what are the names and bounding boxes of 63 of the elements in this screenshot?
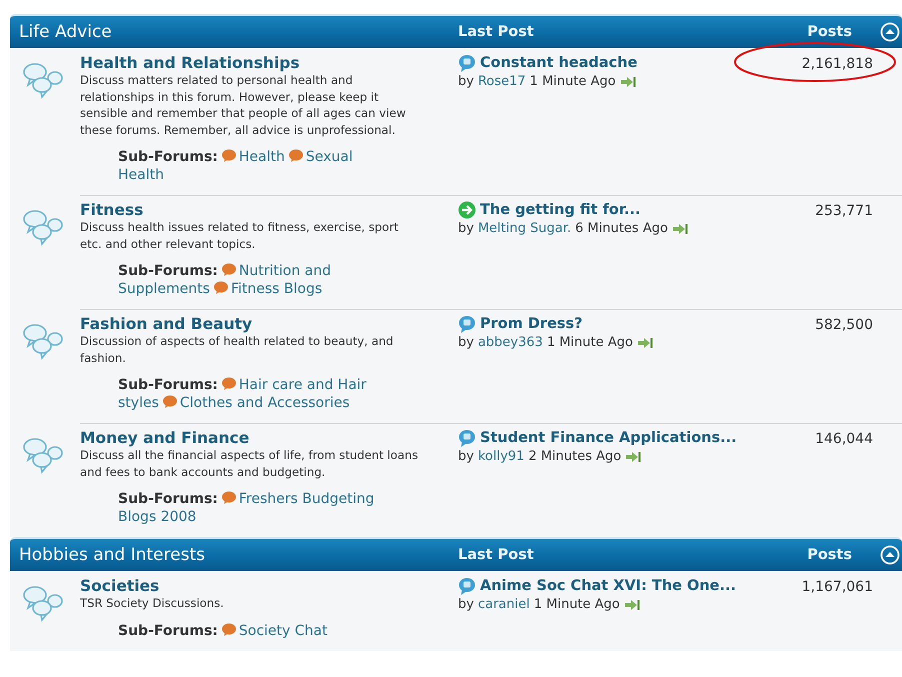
- by-label: by: [458, 221, 474, 236]
- post-count: 146,044: [815, 431, 873, 447]
- speech-bubble-icon: [458, 315, 476, 333]
- go-to-post-icon[interactable]: [624, 598, 640, 610]
- last-post-link[interactable]: Student Finance Applications...: [480, 430, 737, 446]
- forum-bubbles-icon: [22, 436, 64, 474]
- post-count: 582,500: [815, 317, 873, 333]
- collapse-icon[interactable]: [880, 545, 900, 565]
- last-post-link[interactable]: Constant headache: [480, 55, 638, 71]
- post-time: 1 Minute Ago: [530, 74, 616, 89]
- author-link[interactable]: Melting Sugar.: [478, 221, 572, 236]
- collapse-icon[interactable]: [880, 22, 900, 42]
- post-count: 1,167,061: [802, 579, 873, 595]
- forum-title-link[interactable]: Fitness: [80, 201, 144, 219]
- posts-heading: Posts: [806, 547, 852, 563]
- author-link[interactable]: caraniel: [478, 597, 530, 612]
- by-label: by: [458, 597, 474, 612]
- forum-bubbles-icon: [22, 208, 64, 246]
- post-time: 2 Minutes Ago: [528, 449, 622, 464]
- forum-title-link[interactable]: Societies: [80, 577, 160, 595]
- author-link[interactable]: abbey363: [478, 335, 543, 350]
- forum-bubbles-icon: [22, 61, 64, 99]
- post-count: 2,161,818: [802, 56, 873, 72]
- by-label: by: [458, 74, 474, 89]
- speech-bubble-icon: [458, 577, 476, 595]
- by-label: by: [458, 335, 474, 350]
- forum-bubbles-icon: [22, 584, 64, 622]
- author-link[interactable]: kolly91: [478, 449, 524, 464]
- forum-description: Discuss all the financial aspects of life, from student loans and fees to bank accounts and budgeting.: [80, 447, 419, 480]
- sub-forums-line[interactable]: Sub-Forums: Health Sexual Health: [118, 138, 390, 189]
- forum-title-link[interactable]: Money and Finance: [80, 429, 250, 447]
- go-to-post-icon[interactable]: [672, 222, 688, 234]
- last-post-link[interactable]: Prom Dress?: [480, 316, 583, 332]
- arrow-circle-icon: [458, 201, 476, 219]
- last-post-link[interactable]: The getting fit for...: [480, 202, 640, 218]
- sub-forums-line[interactable]: Sub-Forums: Nutrition and Supplements Fitness Blogs: [118, 252, 390, 303]
- sub-forums-line[interactable]: Sub-Forums: Society Chat: [118, 612, 390, 644]
- forum-title-link[interactable]: Fashion and Beauty: [80, 315, 252, 333]
- post-time: 1 Minute Ago: [546, 335, 633, 350]
- last-post-link[interactable]: Anime Soc Chat XVI: The One...: [480, 578, 736, 594]
- section-title: Life Advice: [18, 22, 113, 42]
- author-link[interactable]: Rose17: [478, 74, 526, 89]
- last-post-heading: Last Post: [458, 24, 535, 40]
- speech-bubble-icon: [458, 54, 476, 72]
- go-to-post-icon[interactable]: [625, 450, 642, 462]
- forum-description: Discussion of aspects of health related to beauty, and fashion.: [80, 333, 394, 366]
- forum-description: Discuss matters related to personal health and relationships in this forum. However, please keep it sensible and remember that people of all ages can view these forums. Remember, all advice is unprofessional.: [80, 72, 407, 138]
- forum-title-link[interactable]: Health and Relationships: [80, 54, 300, 72]
- posts-heading: Posts: [806, 24, 852, 40]
- sub-forums-line[interactable]: Sub-Forums: Hair care and Hair styles Clothes and Accessories: [118, 366, 390, 417]
- forum-description: TSR Society Discussions.: [80, 595, 225, 612]
- go-to-post-icon[interactable]: [636, 336, 653, 348]
- section-title: Hobbies and Interests: [18, 545, 206, 565]
- post-count: 253,771: [815, 203, 873, 219]
- post-time: 1 Minute Ago: [534, 597, 620, 612]
- by-label: by: [458, 449, 474, 464]
- go-to-post-icon[interactable]: [620, 76, 636, 88]
- forum-bubbles-icon: [22, 322, 64, 360]
- forum-description: Discuss health issues related to fitness, exercise, sport etc. and other relevant topics.: [80, 219, 400, 252]
- speech-bubble-icon: [458, 429, 476, 447]
- last-post-heading: Last Post: [458, 547, 535, 563]
- sub-forums-line[interactable]: Sub-Forums: Freshers Budgeting Blogs 2008: [118, 480, 390, 531]
- post-time: 6 Minutes Ago: [575, 221, 668, 236]
